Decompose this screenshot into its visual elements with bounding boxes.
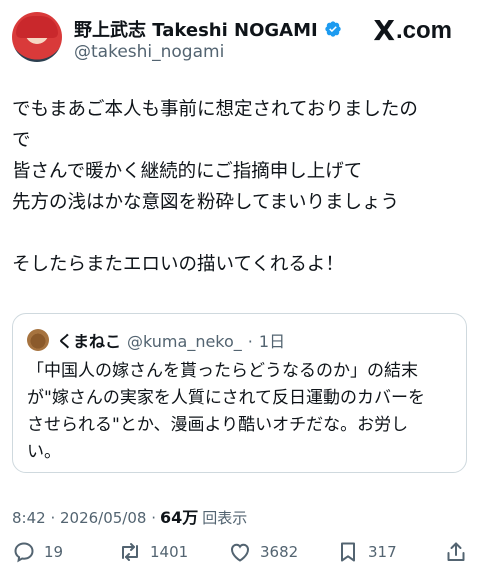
reply-button[interactable]: 19 — [12, 540, 63, 564]
bookmark-count: 317 — [368, 543, 397, 561]
bookmark-icon — [341, 542, 355, 562]
x-com-logo: X .com — [373, 14, 452, 47]
profile-avatar[interactable] — [12, 12, 62, 62]
avatar-hair — [16, 16, 58, 38]
quoted-avatar[interactable] — [27, 329, 49, 351]
quoted-header: くまねこ @kuma_neko_ · 1日 — [57, 328, 285, 352]
quoted-display-name[interactable]: くまねこ — [57, 328, 121, 352]
brand-domain: .com — [395, 16, 452, 44]
view-count: 64万 — [159, 508, 199, 527]
share-icon — [447, 542, 465, 561]
bookmark-button[interactable]: 317 — [336, 540, 397, 564]
action-bar: 19 1401 3682 317 — [0, 540, 480, 574]
tweet-timestamp[interactable]: 8:42 · 2026/05/08 · — [12, 509, 156, 527]
quoted-separator: · — [247, 332, 253, 351]
tweet-text: でもまあご本人も事前に想定されておりましたの で 皆さんで暖かく継続的にご指摘申… — [12, 99, 418, 275]
quoted-handle[interactable]: @kuma_neko_ — [127, 332, 242, 351]
repost-icon — [122, 543, 138, 561]
quoted-age[interactable]: 1日 — [259, 328, 285, 352]
x-logo-icon: X — [373, 14, 395, 47]
reply-count: 19 — [44, 543, 64, 561]
reply-icon — [14, 542, 34, 563]
like-button[interactable]: 3682 — [228, 540, 298, 564]
repost-count: 1401 — [150, 543, 189, 561]
author-name-row: 野上武志 Takeshi NOGAMI — [74, 16, 342, 42]
repost-button[interactable]: 1401 — [118, 540, 188, 564]
author-handle[interactable]: @takeshi_nogami — [74, 42, 224, 62]
author-display-name[interactable]: 野上武志 Takeshi NOGAMI — [74, 16, 318, 42]
tweet-meta: 8:42 · 2026/05/08 · 64万 回表示 — [12, 504, 247, 528]
verified-badge-icon — [325, 21, 341, 37]
quoted-tweet[interactable]: くまねこ @kuma_neko_ · 1日 「中国人の嫁さんを貰ったらどうなるの… — [12, 313, 467, 473]
quoted-text: 「中国人の嫁さんを貰ったらどうなるのか」の結末 が"嫁さんの実家を人質にされて反… — [27, 361, 425, 462]
heart-icon — [230, 543, 250, 562]
share-button[interactable] — [444, 540, 468, 564]
view-count-label: 回表示 — [202, 509, 248, 527]
like-count: 3682 — [260, 543, 299, 561]
